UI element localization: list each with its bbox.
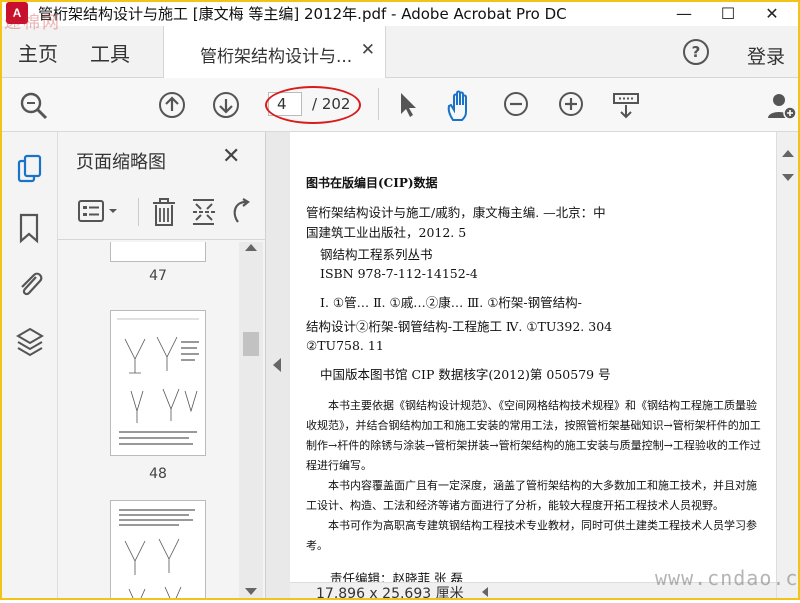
- panel-collapse-strip: [266, 132, 290, 600]
- delete-page-icon[interactable]: [150, 196, 178, 228]
- layers-icon[interactable]: [16, 326, 44, 358]
- scroll-left-icon[interactable]: [482, 587, 488, 597]
- login-button[interactable]: 登录: [747, 42, 785, 69]
- toolbar-divider: [378, 88, 379, 120]
- red-annotation-circle: [265, 86, 361, 124]
- thumbnail-scrollbar[interactable]: [239, 242, 263, 600]
- replace-page-icon[interactable]: [190, 196, 218, 228]
- document-page: 图书在版编目(CIP)数据 管桁架结构设计与施工/戚豹，康文梅主编. —北京：中…: [290, 132, 776, 586]
- close-tab-icon[interactable]: ✕: [361, 40, 375, 60]
- document-tab-label: 管桁架结构设计与...: [200, 47, 353, 67]
- page-48-preview-image: [117, 318, 199, 445]
- thumbnail-label: 47: [149, 268, 167, 284]
- collapse-panel-arrow-icon[interactable]: [273, 358, 281, 372]
- zoom-search-icon[interactable]: [18, 90, 50, 122]
- tab-home[interactable]: 主页: [18, 38, 58, 67]
- cip-line: ②TU758. 11: [306, 338, 384, 353]
- scroll-up-arrow-icon[interactable]: [245, 244, 257, 251]
- close-panel-icon[interactable]: ✕: [222, 144, 240, 169]
- window-title: 管桁架结构设计与施工 [康文梅 等主编] 2012年.pdf - Adobe A…: [38, 4, 567, 23]
- attachments-icon[interactable]: [16, 268, 44, 300]
- cip-line: 国建筑工业出版社，2012. 5: [306, 225, 467, 240]
- page-size-readout: 17.896 x 25.693 厘米: [316, 586, 464, 602]
- add-user-icon[interactable]: [766, 90, 798, 122]
- minimize-button[interactable]: —: [662, 0, 706, 26]
- document-vertical-scrollbar[interactable]: [776, 132, 798, 600]
- intro-paragraph: 本书可作为高职高专建筑钢结构工程技术专业教材，同时可供土建类工程技术人员学习参考…: [306, 519, 757, 552]
- thumbnails-panel: 页面缩略图 ✕ 47 48: [58, 132, 266, 600]
- thumbnail-page-48[interactable]: [110, 310, 206, 456]
- zoom-in-icon[interactable]: [557, 90, 585, 118]
- scroll-mode-icon[interactable]: [611, 90, 641, 120]
- intro-paragraph: 本书主要依据《钢结构设计规范》、《空间网格结构技术规程》和《钢结构工程施工质量验…: [306, 399, 761, 472]
- tab-document[interactable]: 管桁架结构设计与... ✕: [163, 26, 386, 78]
- thumbnail-page-47[interactable]: [110, 242, 206, 262]
- panel-title: 页面缩略图: [76, 152, 166, 173]
- watermark-bottom: www.cndao.com: [655, 566, 800, 590]
- thumbnail-scroll-thumb[interactable]: [243, 332, 259, 356]
- previous-page-icon[interactable]: [157, 90, 187, 120]
- intro-paragraph: 本书内容覆盖面广且有一定深度，涵盖了管桁架结构的大多数加工和施工技术，并且对施工…: [306, 479, 757, 512]
- navigation-pane: [0, 132, 58, 600]
- watermark-top: 递棉网: [4, 13, 61, 33]
- page-thumbnails-icon[interactable]: [16, 154, 44, 186]
- doc-scroll-down-icon[interactable]: [782, 174, 794, 181]
- tab-tools[interactable]: 工具: [90, 38, 130, 67]
- thumbnail-label: 48: [149, 466, 167, 482]
- cip-number: 中国版本图书馆 CIP 数据核字(2012)第 050579 号: [320, 367, 611, 382]
- close-window-button[interactable]: ✕: [750, 0, 794, 26]
- cip-line: 钢结构工程系列丛书: [320, 247, 433, 262]
- maximize-button[interactable]: ☐: [706, 0, 750, 26]
- rotate-page-icon[interactable]: [230, 198, 252, 226]
- cip-line: 结构设计②桁架-钢管结构-工程施工 Ⅳ. ①TU392. 304: [306, 319, 613, 334]
- doc-scroll-up-icon[interactable]: [782, 150, 794, 157]
- next-page-icon[interactable]: [211, 90, 241, 120]
- zoom-out-icon[interactable]: [502, 90, 530, 118]
- toolbar: / 202: [0, 78, 800, 132]
- panel-toolbar: [58, 184, 266, 240]
- bookmarks-icon[interactable]: [16, 212, 42, 244]
- cip-title: 图书在版编目(CIP)数据: [306, 176, 438, 190]
- page-49-preview-image: [119, 509, 195, 600]
- title-bar: A 管桁架结构设计与施工 [康文梅 等主编] 2012年.pdf - Adobe…: [0, 0, 800, 26]
- hand-tool-icon[interactable]: [445, 90, 477, 122]
- cip-line: ISBN 978-7-112-14152-4: [320, 266, 478, 281]
- thumbnail-list: 47 48: [58, 242, 238, 600]
- cip-line: Ⅰ. ①管… Ⅱ. ①戚…②康… Ⅲ. ①桁架-钢管结构-: [320, 295, 582, 310]
- tab-bar: 主页 工具 管桁架结构设计与... ✕ ? 登录: [0, 26, 800, 78]
- scroll-down-arrow-icon[interactable]: [245, 588, 257, 595]
- thumbnail-options-icon[interactable]: [78, 198, 124, 226]
- thumbnail-page-49[interactable]: [110, 500, 206, 600]
- cip-line: 管桁架结构设计与施工/戚豹，康文梅主编. —北京：中: [306, 205, 606, 220]
- select-cursor-icon[interactable]: [396, 90, 420, 120]
- help-icon[interactable]: ?: [683, 39, 709, 65]
